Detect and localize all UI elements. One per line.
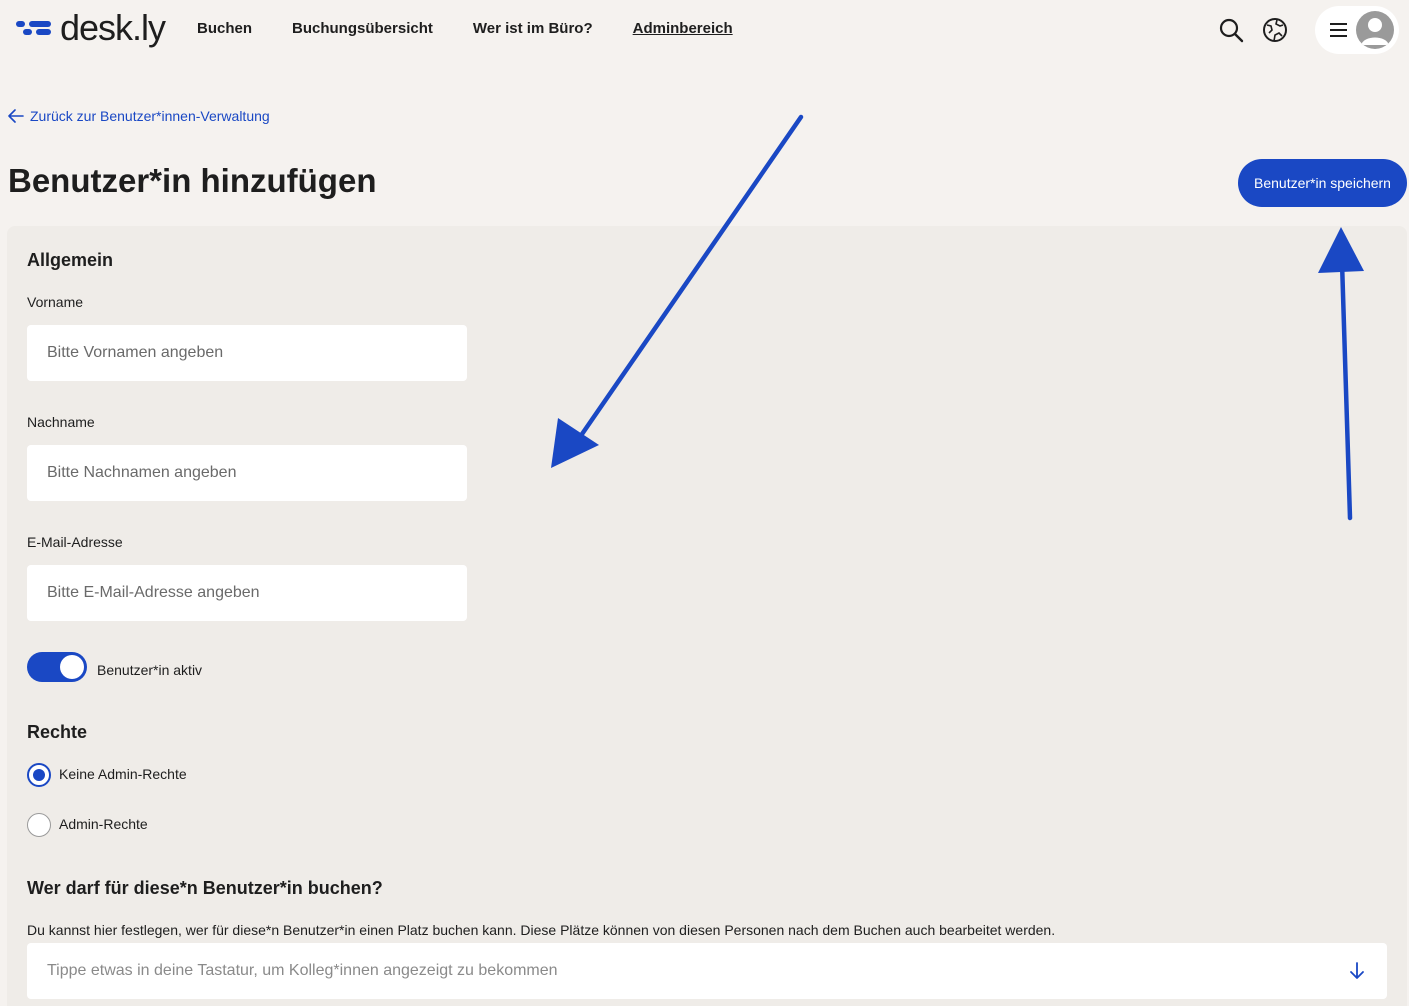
back-link[interactable]: Zurück zur Benutzer*innen-Verwaltung: [8, 108, 270, 124]
section-heading-general: Allgemein: [27, 250, 114, 270]
last-name-input[interactable]: [27, 445, 467, 501]
top-navigation-bar: desk.ly Buchen Buchungsübersicht Wer ist…: [0, 0, 1409, 60]
last-name-label: Nachname: [27, 414, 95, 430]
logo-icon: [14, 18, 54, 38]
section-heading-rights: Rechte: [27, 722, 88, 742]
page-title: Benutzer*in hinzufügen: [8, 162, 377, 199]
radio-admin-rights-label: Admin-Rechte: [59, 816, 148, 832]
nav-item-buchungsuebersicht[interactable]: Buchungsübersicht: [292, 20, 433, 37]
arrow-left-icon: [8, 109, 24, 123]
booking-delegates-description: Du kannst hier festlegen, wer für diese*…: [27, 922, 1056, 938]
first-name-input[interactable]: [27, 325, 467, 381]
logo-text: desk.ly: [60, 7, 166, 48]
menu-icon[interactable]: [1329, 20, 1349, 40]
globe-icon[interactable]: [1261, 16, 1289, 44]
main-nav: Buchen Buchungsübersicht Wer ist im Büro…: [197, 20, 733, 37]
nav-item-wer-ist-im-buero[interactable]: Wer ist im Büro?: [473, 20, 593, 37]
user-active-label: Benutzer*in aktiv: [97, 662, 203, 678]
radio-no-admin-rights-label: Keine Admin-Rechte: [59, 766, 187, 782]
search-icon[interactable]: [1217, 16, 1245, 44]
colleague-search-select[interactable]: [27, 943, 1387, 999]
arrow-down-icon[interactable]: [1345, 959, 1369, 983]
back-link-label: Zurück zur Benutzer*innen-Verwaltung: [30, 108, 270, 124]
save-user-button[interactable]: Benutzer*in speichern: [1238, 159, 1407, 207]
email-input[interactable]: [27, 565, 467, 621]
first-name-label: Vorname: [27, 294, 84, 310]
nav-item-adminbereich[interactable]: Adminbereich: [633, 20, 733, 37]
avatar-icon[interactable]: [1356, 11, 1394, 49]
logo[interactable]: desk.ly: [14, 7, 166, 48]
radio-admin-rights[interactable]: [27, 813, 51, 837]
colleague-search-input[interactable]: [27, 943, 1327, 999]
section-heading-booking-delegates: Wer darf für diese*n Benutzer*in buchen?: [27, 878, 383, 898]
email-label: E-Mail-Adresse: [27, 534, 123, 550]
nav-item-buchen[interactable]: Buchen: [197, 20, 252, 37]
user-active-toggle[interactable]: [27, 652, 87, 682]
radio-no-admin-rights[interactable]: [27, 763, 51, 787]
